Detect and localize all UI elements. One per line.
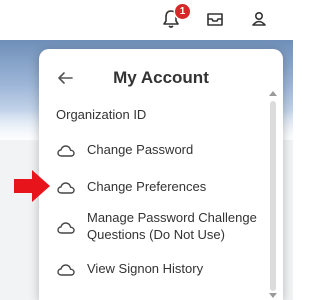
inbox-icon[interactable] [204, 8, 226, 30]
cloud-icon [57, 144, 75, 157]
panel-title: My Account [113, 68, 209, 87]
menu-item-label: View Signon History [87, 261, 204, 276]
red-arrow-icon [14, 170, 50, 202]
scrollbar[interactable] [268, 89, 278, 300]
cloud-icon [57, 181, 75, 194]
scroll-down-icon[interactable] [269, 293, 277, 298]
my-account-panel: My Account Organization ID Change Passwo… [39, 49, 283, 300]
user-icon[interactable] [248, 8, 270, 30]
menu-item-label: Change Password [87, 142, 194, 157]
cloud-icon [57, 263, 75, 276]
scroll-thumb[interactable] [270, 101, 276, 291]
notification-badge: 1 [175, 4, 190, 19]
menu-item-label: Manage Password Challenge Questions (Do … [87, 210, 257, 242]
scroll-up-icon[interactable] [269, 91, 277, 96]
organization-id-label: Organization ID [56, 107, 147, 122]
top-bar: 1 [0, 0, 293, 40]
cloud-icon [57, 221, 75, 234]
menu-item-label: Change Preferences [87, 179, 207, 194]
